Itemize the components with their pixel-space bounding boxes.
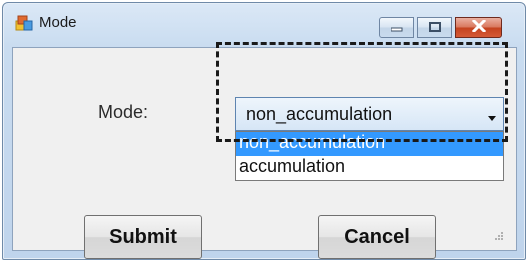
resize-grip-icon[interactable] <box>493 227 503 240</box>
submit-button[interactable]: Submit <box>84 215 202 259</box>
maximize-icon <box>428 19 441 37</box>
minimize-button[interactable] <box>379 17 414 38</box>
minimize-icon <box>390 19 403 37</box>
dashed-highlight-annotation <box>216 42 508 142</box>
app-form-icon <box>15 14 33 32</box>
cancel-button[interactable]: Cancel <box>318 215 436 259</box>
title-bar[interactable]: Mode <box>3 3 525 45</box>
close-icon <box>471 18 486 37</box>
maximize-button[interactable] <box>417 17 452 38</box>
close-button[interactable] <box>455 17 502 38</box>
mode-option-accumulation[interactable]: accumulation <box>236 156 503 180</box>
window-title: Mode <box>39 14 77 31</box>
mode-label: Mode: <box>98 102 149 122</box>
